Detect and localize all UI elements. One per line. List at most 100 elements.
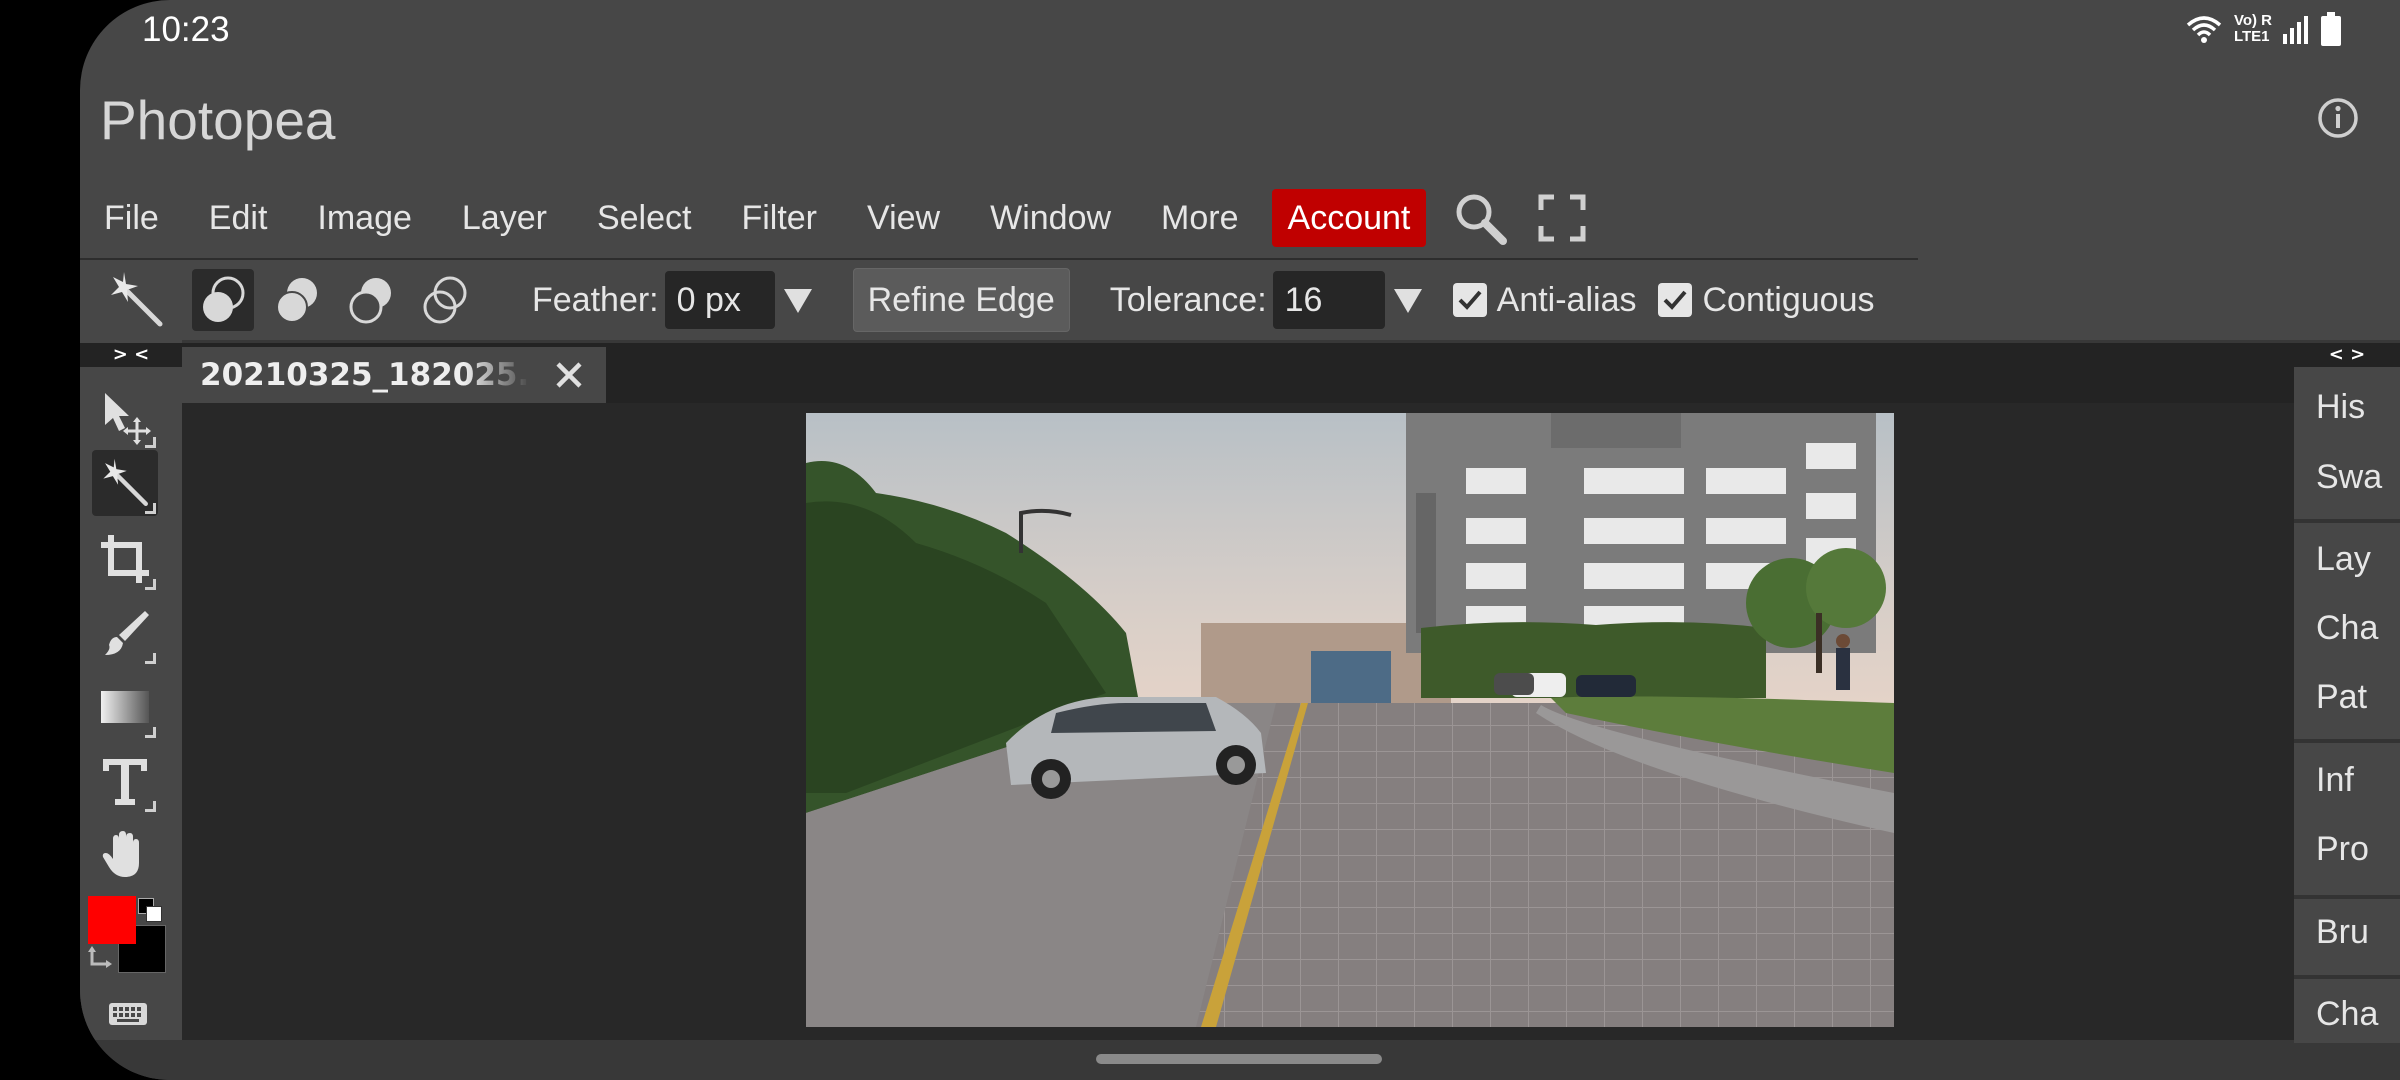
- close-icon[interactable]: [554, 360, 584, 390]
- right-panel: < > His Swa Lay Cha Pat Inf Pro Bru Cha: [2294, 343, 2400, 1043]
- foreground-color-swatch[interactable]: [88, 896, 136, 944]
- tool-group-corner: [145, 437, 156, 448]
- contiguous-checkbox[interactable]: [1658, 283, 1693, 317]
- search-icon: [1456, 194, 1508, 245]
- tool-group-corner: [145, 503, 156, 514]
- network-label-bottom: LTE1: [2233, 28, 2270, 45]
- menu-filter[interactable]: Filter: [716, 189, 842, 247]
- menu-layer[interactable]: Layer: [437, 189, 572, 247]
- tool-group-corner: [145, 727, 156, 738]
- move-tool[interactable]: [92, 384, 158, 450]
- account-button[interactable]: Account: [1271, 189, 1427, 247]
- crop-tool[interactable]: [92, 526, 158, 592]
- tool-group-corner: [145, 801, 156, 812]
- status-time: 10:23: [142, 10, 230, 49]
- add-selection-button[interactable]: [266, 269, 328, 331]
- fullscreen-icon: [1538, 194, 1586, 242]
- keyboard-icon[interactable]: [108, 1002, 148, 1026]
- magic-wand-tool[interactable]: [92, 450, 158, 516]
- menu-image[interactable]: Image: [292, 189, 437, 247]
- device-screen: 10:23 Vo) R LTE1 Photopea File Edit Imag…: [80, 0, 2400, 1080]
- subtract-selection-icon: [349, 278, 391, 324]
- gradient-tool[interactable]: [92, 674, 158, 740]
- intersect-selection-icon: [423, 276, 467, 324]
- subtract-selection-button[interactable]: [340, 269, 402, 331]
- wifi-icon: [2186, 16, 2222, 43]
- feather-label: Feather:: [532, 280, 659, 319]
- hand-tool[interactable]: [92, 822, 158, 888]
- brush-tool[interactable]: [92, 600, 158, 666]
- document-tabs: 20210325_182025.psd: [182, 343, 2294, 403]
- document-tab[interactable]: 20210325_182025.psd: [182, 347, 606, 403]
- tool-group-corner: [145, 579, 156, 590]
- signal-icon: [2283, 16, 2308, 44]
- canvas-area[interactable]: [182, 403, 2294, 1040]
- tolerance-input[interactable]: 16: [1272, 271, 1385, 329]
- new-selection-button[interactable]: [192, 269, 254, 331]
- panel-info[interactable]: Inf: [2316, 761, 2354, 800]
- menu-file[interactable]: File: [80, 189, 184, 247]
- menu-edit[interactable]: Edit: [184, 189, 293, 247]
- default-colors-icon[interactable]: [138, 898, 162, 922]
- app-title: Photopea: [100, 89, 336, 151]
- magic-wand-icon: [111, 272, 163, 327]
- add-selection-icon: [276, 278, 317, 323]
- tool-group-corner: [145, 653, 156, 664]
- panel-swatches[interactable]: Swa: [2316, 458, 2382, 497]
- panel-divider: [2294, 895, 2400, 899]
- current-tool-indicator[interactable]: [106, 270, 166, 330]
- magic-wand-icon: [103, 458, 148, 506]
- menu-window[interactable]: Window: [965, 189, 1136, 247]
- refine-edge-button[interactable]: Refine Edge: [852, 268, 1070, 332]
- fullscreen-button[interactable]: [1538, 194, 1586, 242]
- tolerance-label: Tolerance:: [1109, 280, 1267, 319]
- feather-input[interactable]: 0 px: [664, 271, 775, 329]
- panel-channels[interactable]: Cha: [2316, 609, 2378, 648]
- checkmark-icon: [1458, 290, 1482, 310]
- hand-icon: [102, 831, 139, 877]
- panel-paths[interactable]: Pat: [2316, 678, 2367, 717]
- tolerance-dropdown[interactable]: [1393, 285, 1423, 315]
- panel-layers[interactable]: Lay: [2316, 540, 2371, 579]
- home-indicator[interactable]: [1096, 1054, 1382, 1064]
- anti-alias-checkbox[interactable]: [1452, 283, 1487, 317]
- panel-brush[interactable]: Bru: [2316, 913, 2369, 952]
- crop-icon: [101, 535, 149, 583]
- info-icon: [2318, 98, 2358, 138]
- tool-options-bar: Feather: 0 px Refine Edge Tolerance: 16 …: [80, 260, 2400, 340]
- menu-select[interactable]: Select: [572, 189, 717, 247]
- menu-view[interactable]: View: [842, 189, 965, 247]
- tools-panel: > <: [80, 340, 182, 1040]
- feather-dropdown[interactable]: [783, 285, 813, 315]
- status-icons: Vo) R LTE1: [2184, 12, 2342, 46]
- right-collapse-toggle[interactable]: < >: [2294, 343, 2400, 367]
- status-bar: 10:23 Vo) R LTE1: [80, 0, 2400, 62]
- tools-collapse-toggle[interactable]: > <: [80, 343, 182, 367]
- panel-divider: [2294, 975, 2400, 979]
- swap-colors-icon[interactable]: [88, 944, 116, 972]
- panel-divider: [2294, 519, 2400, 523]
- panel-character[interactable]: Cha: [2316, 995, 2378, 1034]
- menu-more[interactable]: More: [1136, 189, 1263, 247]
- menu-bar: File Edit Image Layer Select Filter View…: [80, 178, 1918, 260]
- text-tool[interactable]: [92, 748, 158, 814]
- chevron-down-icon: [783, 289, 812, 313]
- contiguous-label: Contiguous: [1702, 280, 1875, 319]
- info-button[interactable]: [2316, 96, 2360, 140]
- panel-divider: [2294, 739, 2400, 743]
- search-button[interactable]: [1452, 190, 1508, 246]
- brush-icon: [105, 611, 149, 655]
- panel-properties[interactable]: Pro: [2316, 830, 2369, 869]
- chevron-down-icon: [1393, 289, 1422, 313]
- text-icon: [103, 759, 147, 805]
- panel-history[interactable]: His: [2316, 388, 2365, 427]
- new-selection-icon: [203, 276, 245, 322]
- intersect-selection-button[interactable]: [414, 269, 476, 331]
- canvas-image[interactable]: [806, 413, 1894, 1027]
- anti-alias-label: Anti-alias: [1496, 280, 1637, 319]
- document-tab-title: 20210325_182025.psd: [200, 357, 530, 393]
- checkmark-icon: [1664, 290, 1687, 310]
- network-label-top: Vo) R: [2233, 12, 2272, 29]
- network-label: Vo) R LTE1: [2234, 13, 2272, 45]
- gradient-icon: [101, 691, 149, 723]
